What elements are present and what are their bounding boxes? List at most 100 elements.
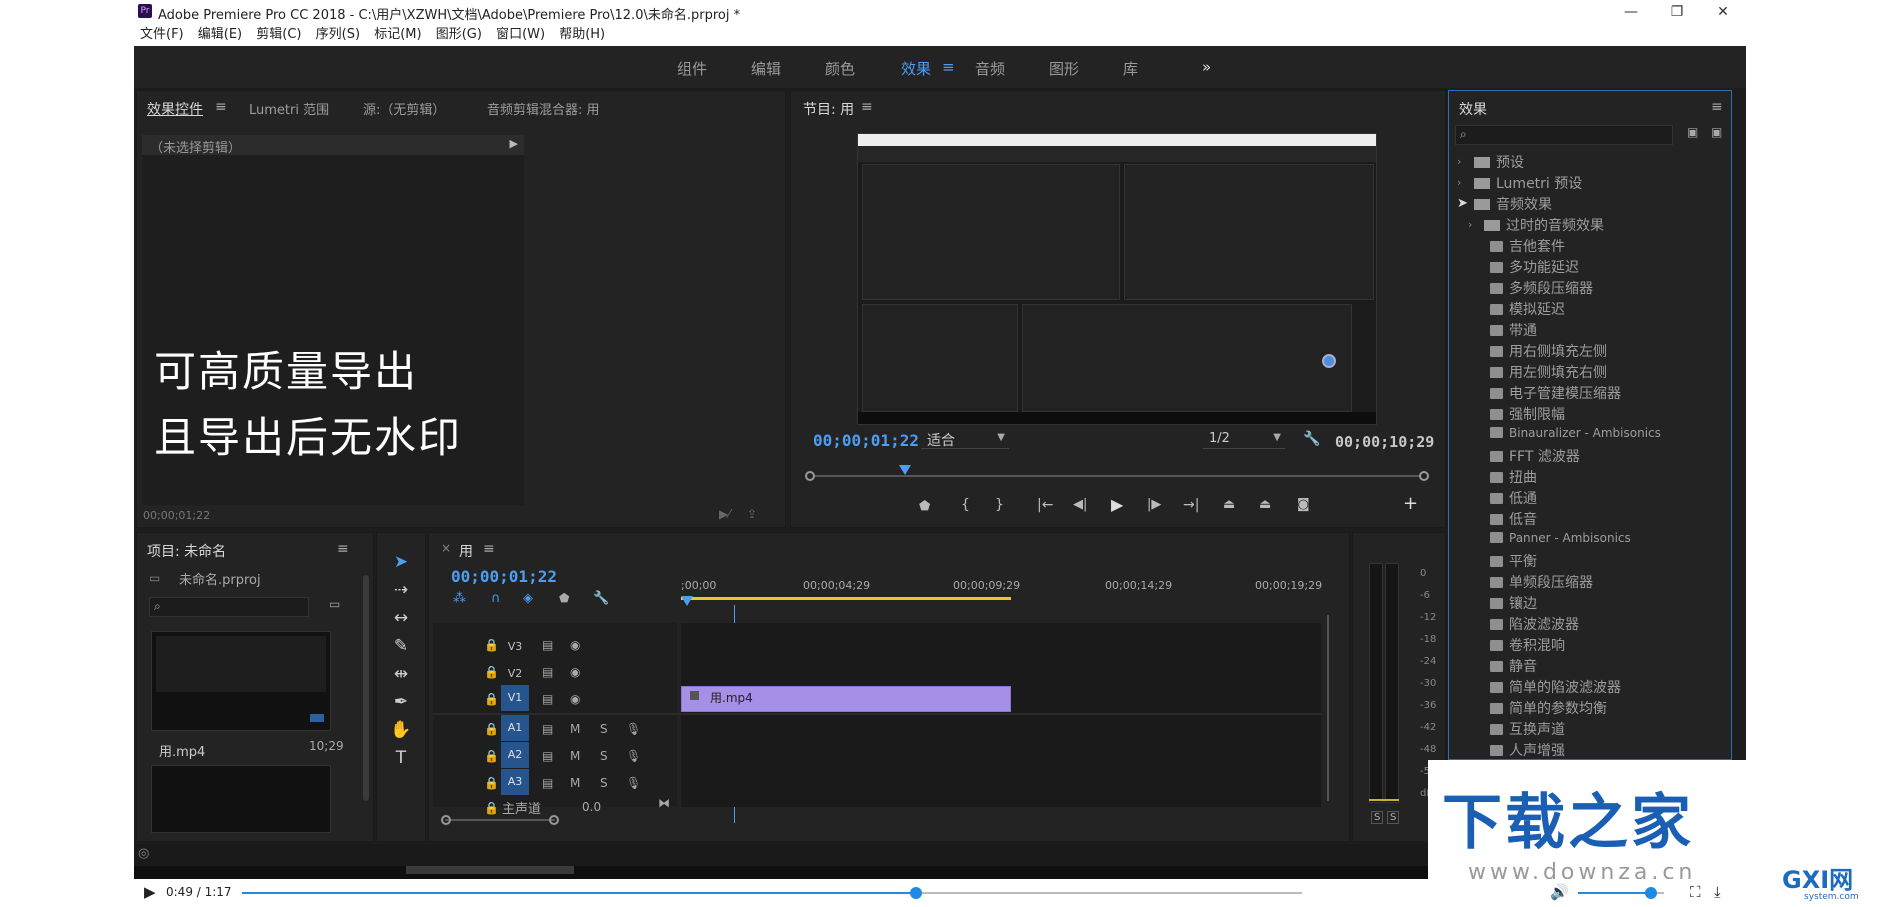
- tab-audio-clip-mixer[interactable]: 音频剪辑混合器: 用: [487, 99, 600, 118]
- workspace-assembly[interactable]: 组件: [677, 58, 707, 79]
- program-menu-icon[interactable]: ≡: [861, 99, 873, 115]
- effect-item[interactable]: 强制限幅: [1490, 404, 1565, 424]
- effect-item[interactable]: Panner - Ambisonics: [1490, 530, 1631, 550]
- workspace-libraries[interactable]: 库: [1123, 58, 1138, 79]
- track-label-a3[interactable]: A3: [501, 769, 529, 795]
- eye-icon[interactable]: ◉: [570, 692, 580, 706]
- clip-selector[interactable]: （未选择剪辑） ▶: [142, 135, 524, 156]
- solo-left-button[interactable]: S: [1371, 811, 1384, 824]
- master-volume-value[interactable]: 0.0: [582, 800, 601, 814]
- timeline-menu-icon[interactable]: ≡: [483, 541, 495, 557]
- sync-lock-icon[interactable]: ▤: [542, 665, 553, 679]
- menu-graphics[interactable]: 图形(G): [436, 24, 482, 46]
- volume-knob[interactable]: [1645, 887, 1658, 899]
- snap-magnet-icon[interactable]: ∩: [491, 591, 501, 606]
- effects-search-input[interactable]: ⌕: [1455, 125, 1673, 145]
- clip-thumbnail-2[interactable]: [151, 765, 331, 833]
- chevron-right-icon[interactable]: ›: [1457, 176, 1461, 189]
- effect-item[interactable]: 简单的陷波滤波器: [1490, 677, 1621, 697]
- chevron-right-icon[interactable]: ›: [1457, 155, 1461, 168]
- video-clip[interactable]: 用.mp4: [681, 686, 1011, 712]
- close-tab-icon[interactable]: ×: [441, 541, 451, 555]
- resolution-dropdown[interactable]: 1/2 ▼: [1203, 429, 1285, 449]
- nest-icon[interactable]: ⁂: [453, 591, 466, 606]
- lift-icon[interactable]: ⏏: [1223, 497, 1235, 512]
- fit-dropdown[interactable]: 适合 ▼: [921, 429, 1009, 449]
- effect-item[interactable]: 带通: [1490, 320, 1537, 340]
- go-to-out-icon[interactable]: →|: [1183, 497, 1199, 513]
- folder-audio-effects[interactable]: 音频效果: [1474, 194, 1552, 214]
- track-label-v2[interactable]: V2: [501, 661, 529, 687]
- pen-tool-icon[interactable]: ✒: [386, 692, 416, 718]
- menu-clip[interactable]: 剪辑(C): [256, 24, 301, 46]
- volume-icon[interactable]: 🔊: [1550, 883, 1569, 901]
- effect-item[interactable]: 多功能延迟: [1490, 257, 1579, 277]
- clip-thumbnail[interactable]: [151, 631, 331, 731]
- lock-icon[interactable]: 🔒: [484, 801, 499, 815]
- effect-item[interactable]: 互换声道: [1490, 719, 1565, 739]
- bottom-scroll-thumb[interactable]: [406, 866, 574, 874]
- effect-item[interactable]: 卷积混响: [1490, 635, 1565, 655]
- mute-button[interactable]: M: [570, 749, 580, 763]
- workspace-audio[interactable]: 音频: [975, 58, 1005, 79]
- add-marker-icon[interactable]: ⬟: [559, 591, 569, 605]
- export-icon[interactable]: ⇪: [747, 507, 757, 521]
- player-progress-track[interactable]: [242, 887, 1302, 899]
- effect-item[interactable]: 吉他套件: [1490, 236, 1565, 256]
- effect-item[interactable]: 平衡: [1490, 551, 1537, 571]
- tab-source[interactable]: 源:（无剪辑）: [363, 99, 445, 118]
- effect-item[interactable]: 镶边: [1490, 593, 1537, 613]
- slip-tool-icon[interactable]: ⇹: [386, 664, 416, 690]
- go-to-end-icon[interactable]: ⧓: [658, 796, 670, 810]
- project-scrollbar[interactable]: [363, 575, 369, 801]
- solo-button[interactable]: S: [600, 749, 608, 763]
- eye-icon[interactable]: ◉: [570, 665, 580, 679]
- add-button-icon[interactable]: +: [1403, 493, 1418, 514]
- tab-lumetri-scopes[interactable]: Lumetri 范围: [249, 99, 329, 118]
- time-ruler[interactable]: ;00;00 00;00;04;29 00;00;09;29 00;00;14;…: [681, 569, 1322, 607]
- hand-tool-icon[interactable]: ✋: [386, 720, 416, 746]
- effect-item[interactable]: 低音: [1490, 509, 1537, 529]
- effect-item[interactable]: 电子管建模压缩器: [1490, 383, 1621, 403]
- menu-edit[interactable]: 编辑(E): [198, 24, 242, 46]
- solo-right-button[interactable]: S: [1387, 811, 1400, 824]
- selection-tool-icon[interactable]: ➤: [386, 552, 416, 578]
- zoom-handle-left[interactable]: [441, 815, 451, 825]
- linked-selection-icon[interactable]: ◈: [523, 591, 533, 606]
- lock-icon[interactable]: 🔒: [484, 749, 499, 763]
- sync-lock-icon[interactable]: ▤: [542, 749, 553, 763]
- wrench-icon[interactable]: 🔧: [1303, 431, 1320, 447]
- mute-button[interactable]: M: [570, 722, 580, 736]
- lock-icon[interactable]: 🔒: [484, 776, 499, 790]
- microphone-icon[interactable]: 🎙: [626, 722, 641, 736]
- effect-item[interactable]: 模拟延迟: [1490, 299, 1565, 319]
- extract-icon[interactable]: ⏏: [1259, 497, 1271, 512]
- solo-button[interactable]: S: [600, 776, 608, 790]
- folder-presets[interactable]: 预设: [1474, 152, 1524, 172]
- zoom-handle-right[interactable]: [549, 815, 559, 825]
- filter-icon[interactable]: ▶⁄: [719, 507, 730, 521]
- effect-item[interactable]: 低通: [1490, 488, 1537, 508]
- effect-item[interactable]: Binauralizer - Ambisonics: [1490, 425, 1661, 445]
- scrubber-start-handle[interactable]: [805, 471, 815, 481]
- chevron-right-icon[interactable]: ›: [1468, 218, 1472, 231]
- timeline-zoom-scrollbar[interactable]: [445, 819, 555, 821]
- panel-menu-icon[interactable]: ≡: [215, 99, 227, 115]
- go-to-in-icon[interactable]: |←: [1037, 497, 1053, 513]
- razor-tool-icon[interactable]: ✎: [386, 636, 416, 662]
- effect-item[interactable]: 单频段压缩器: [1490, 572, 1593, 592]
- effect-item[interactable]: 陷波滤波器: [1490, 614, 1579, 634]
- type-tool-icon[interactable]: T: [386, 748, 416, 774]
- step-back-icon[interactable]: ◀|: [1073, 497, 1087, 512]
- timeline-vertical-scrollbar[interactable]: [1327, 615, 1329, 801]
- download-icon[interactable]: ⤓: [1714, 883, 1721, 901]
- sync-lock-icon[interactable]: ▤: [542, 692, 553, 706]
- track-label-v1[interactable]: V1: [501, 685, 529, 711]
- track-label-v3[interactable]: V3: [501, 634, 529, 660]
- minimize-button[interactable]: —: [1608, 0, 1654, 24]
- close-button[interactable]: ✕: [1700, 0, 1746, 24]
- effects-menu-icon[interactable]: ≡: [1711, 99, 1723, 115]
- workspace-more-icon[interactable]: »: [1202, 58, 1211, 76]
- effect-item[interactable]: 人声增强: [1490, 740, 1565, 760]
- workspace-graphics[interactable]: 图形: [1049, 58, 1079, 79]
